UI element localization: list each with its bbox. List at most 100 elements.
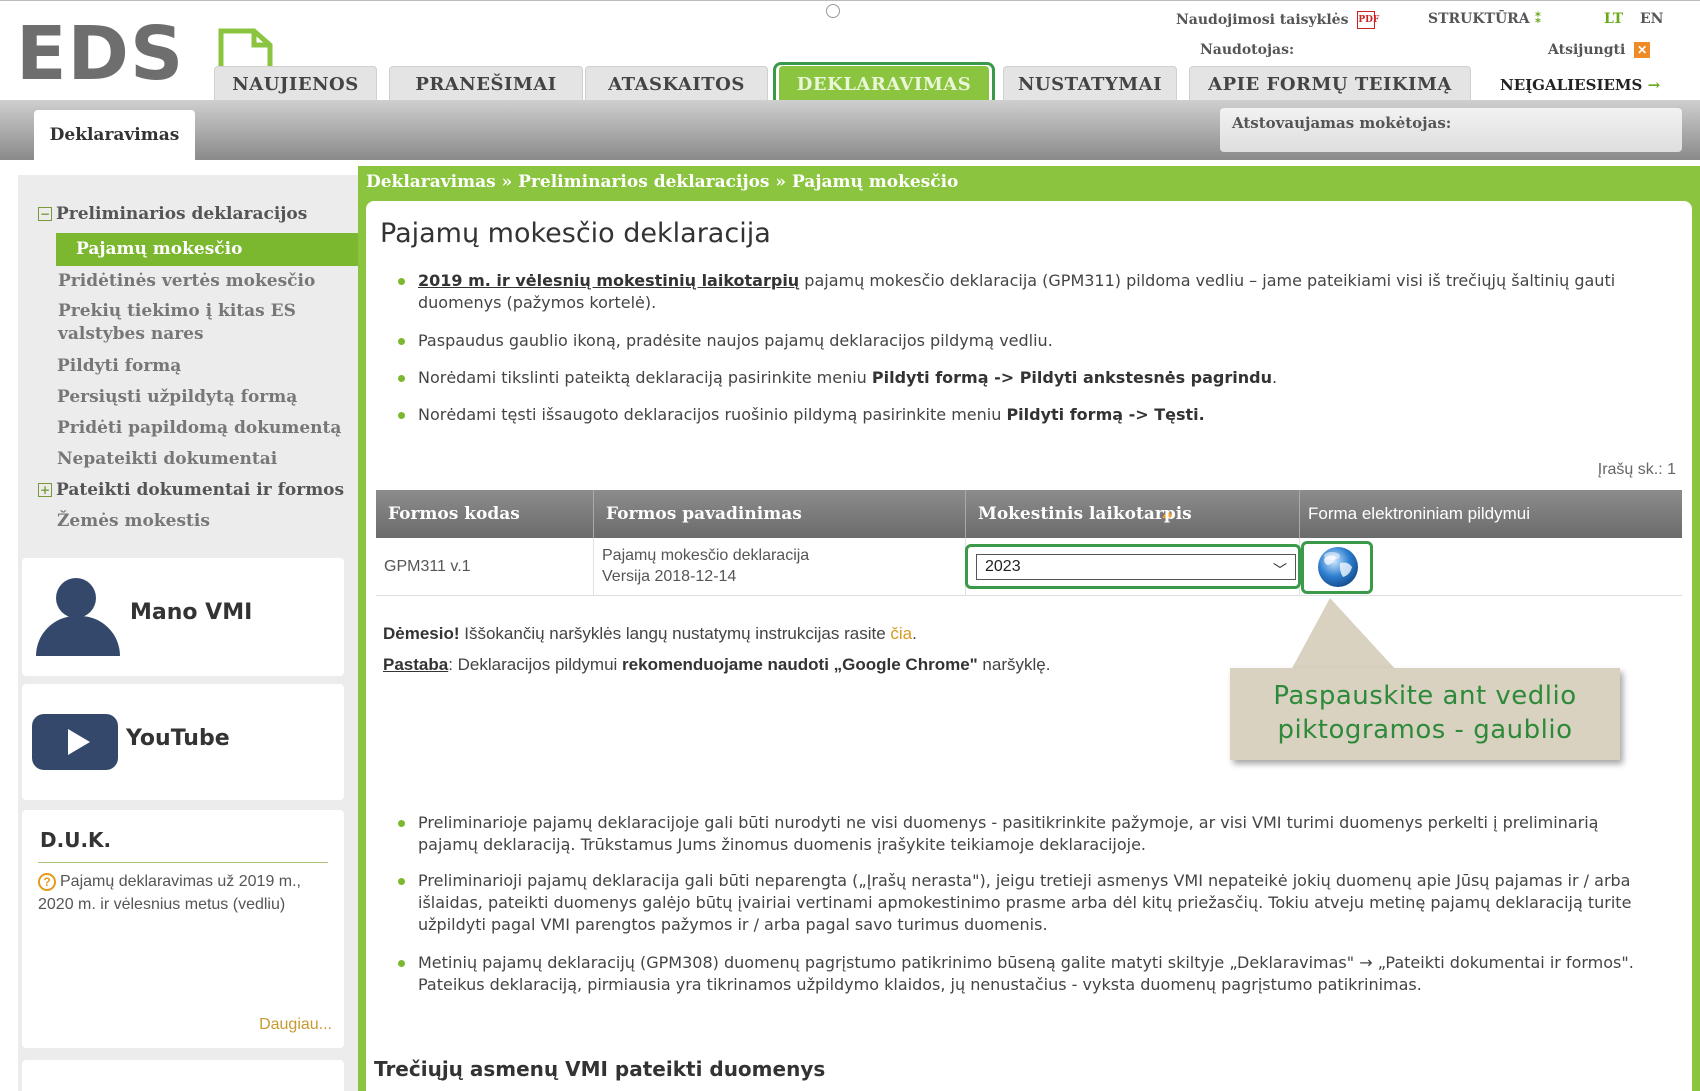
subtab-deklaravimas[interactable]: Deklaravimas [34,110,195,160]
duk-link[interactable]: ? Pajamų deklaravimas už 2019 m., 2020 m.… [38,870,328,916]
table-header: Formos kodas Formos pavadinimas Mokestin… [376,490,1682,538]
column-header-name[interactable]: Formos pavadinimas [594,490,1174,538]
menu-path: Pildyti formą -> Pildyti ankstesnės pagr… [871,368,1272,387]
mano-vmi-label[interactable]: Mano VMI [130,600,252,625]
structure-link[interactable]: STRUKTŪRA ⁑ [1428,11,1542,27]
payer-label: Atstovaujamas mokėtojas: [1232,114,1452,132]
info-text: Metinių pajamų deklaracijų (GPM308) duom… [418,953,1634,994]
sitemap-icon: ⁑ [1534,11,1542,27]
user-label: Naudotojas: [1200,42,1295,58]
duk-link-label[interactable]: Pajamų deklaravimas už 2019 m., 2020 m. … [38,873,301,913]
info-bullet: Norėdami tikslinti pateiktą deklaraciją … [398,367,1660,389]
lang-lt[interactable]: LT [1604,11,1623,27]
tab-naujienos[interactable]: NAUJIENOS [214,66,377,102]
sidebar-group-submitted-label[interactable]: Pateikti dokumentai ir formos [56,480,344,500]
sidebar-item-pajamu[interactable]: Pajamų mokesčio [56,233,358,266]
info-bullet: Norėdami tęsti išsaugoto deklaracijos ru… [398,404,1660,426]
sidebar-item-fill[interactable]: Pildyti formą [57,356,181,376]
cell-name: Pajamų mokesčio deklaracija Versija 2018… [594,538,966,596]
sidebar-item-pvm[interactable]: Pridėtinės vertės mokesčio [58,270,315,293]
sidebar-group-preliminary-label[interactable]: Preliminarios deklaracijos [56,204,307,224]
breadcrumb: Deklaravimas » Preliminarios deklaracijo… [366,172,959,192]
youtube-icon [32,714,118,770]
callout-pointer [1290,598,1398,672]
logout-link[interactable]: Atsijungti ✕ [1548,42,1651,58]
column-header-name-label[interactable]: Formos pavadinimas [606,504,802,524]
collapse-icon[interactable]: − [38,207,52,221]
divider [38,862,328,863]
sidebar-item-es-line1[interactable]: Prekių tiekimo į kitas ES [58,300,296,323]
browser-notice: Pastaba: Deklaracijos pildymui rekomendu… [383,655,1050,675]
header: EDS Naudojimosi taisyklės PDF STRUKTŪRA … [0,0,1700,113]
duk-widget: D.U.K. ? Pajamų deklaravimas už 2019 m., … [22,810,344,1048]
callout: Paspauskite ant vedlio piktogramos - gau… [1230,668,1620,760]
notice-text: Iššokančių naršyklės langų nustatymų ins… [459,624,891,643]
info-link[interactable]: 2019 m. ir vėlesnių mokestinių laikotarp… [418,271,799,290]
sidebar-item-add[interactable]: Pridėti papildomą dokumentą [57,418,341,438]
logo[interactable]: EDS [16,17,184,91]
cell-code: GPM311 v.1 [376,538,594,596]
cell-name-line2: Versija 2018-12-14 [602,568,737,585]
sidebar-group-preliminary[interactable]: − Preliminarios deklaracijos [38,204,307,224]
period-select[interactable]: 2023 ﹀ [976,554,1296,580]
chevron-down-icon[interactable]: ﹀ [1273,558,1287,582]
notice-text: naršyklę. [977,655,1051,674]
globe-icon[interactable] [1310,545,1366,589]
callout-line: Paspauskite ant vedlio [1273,681,1577,711]
info-text: Preliminarioje pajamų deklaracijoje gali… [418,813,1599,854]
instructions-link[interactable]: čia [890,624,912,643]
info-text: Norėdami tęsti išsaugoto deklaracijos ru… [418,405,1007,424]
callout-line: piktogramos - gaublio [1277,715,1573,745]
info-text: Paspaudus gaublio ikoną, pradėsite naujo… [418,331,1053,350]
payer-box: Atstovaujamas mokėtojas: [1220,108,1682,152]
sidebar-item-unsent[interactable]: Nepateikti dokumentai [57,449,277,469]
duk-more-link[interactable]: Daugiau... [259,1016,332,1034]
lang-en[interactable]: EN [1640,11,1663,27]
breadcrumb-item[interactable]: Preliminarios deklaracijos [518,172,769,192]
tab-nustatymai[interactable]: NUSTATYMAI [1003,66,1177,102]
widget-partial [22,1060,344,1091]
popup-notice: Dėmesio! Iššokančių naršyklės langų nust… [383,624,917,644]
logout-label[interactable]: Atsijungti [1548,42,1625,58]
breadcrumb-item[interactable]: Deklaravimas [366,172,496,192]
column-header-code[interactable]: Formos kodas [376,490,594,538]
notice-label: Pastaba [383,655,449,674]
duk-title: D.U.K. [40,828,112,852]
sidebar-item-es[interactable]: Prekių tiekimo į kitas ES valstybes nare… [58,300,296,346]
structure-link-label[interactable]: STRUKTŪRA [1428,11,1530,27]
document-icon [218,28,273,71]
sidebar-item-es-line2[interactable]: valstybes nares [58,323,296,346]
info-bullet: Preliminarioji pajamų deklaracija gali b… [398,870,1660,936]
pdf-icon[interactable]: PDF [1357,11,1379,29]
user-icon-body [36,616,120,656]
info-text: . [1272,368,1278,387]
mano-vmi-widget[interactable]: Mano VMI [22,558,344,676]
period-select-value[interactable]: 2023 [985,558,1021,575]
accessibility-label[interactable]: NEĮGALIESIEMS [1500,76,1642,94]
cell-name-line1: Pajamų mokesčio deklaracija [602,547,810,564]
user-icon [56,578,96,618]
tab-apie-formu-teikima[interactable]: APIE FORMŲ TEIKIMĄ [1189,66,1471,102]
sidebar-item-land[interactable]: Žemės mokestis [57,511,210,531]
terms-link[interactable]: Naudojimosi taisyklės PDF [1176,11,1379,29]
sidebar-group-submitted[interactable]: + Pateikti dokumentai ir formos [38,480,344,500]
youtube-label[interactable]: YouTube [126,726,230,751]
accessibility-link[interactable]: NEĮGALIESIEMS → [1500,76,1660,94]
resize-handle[interactable] [826,4,840,18]
column-header-period[interactable]: Mokestinis laikotarpis [966,490,1300,538]
notice-bold: rekomenduojame naudoti „Google Chrome" [622,655,978,674]
page-title: Pajamų mokesčio deklaracija [380,218,771,249]
notice-text: : Deklaracijos pildymui [448,655,623,674]
terms-link-label[interactable]: Naudojimosi taisyklės [1176,12,1348,28]
tab-pranesimai[interactable]: PRANEŠIMAI [389,66,583,102]
sidebar-item-send[interactable]: Persiųsti užpildytą formą [57,387,297,407]
section-title: Trečiųjų asmenų VMI pateikti duomenys [374,1057,826,1081]
column-header-form: Forma elektroniniam pildymui [1308,504,1531,523]
info-text: Preliminarioji pajamų deklaracija gali b… [418,871,1632,934]
close-icon[interactable]: ✕ [1634,42,1651,58]
record-count: Įrašų sk.: 1 [1597,461,1676,478]
expand-icon[interactable]: + [38,483,52,497]
tab-ataskaitos[interactable]: ATASKAITOS [585,66,768,102]
play-icon [68,729,90,755]
youtube-widget[interactable]: YouTube [22,684,344,800]
